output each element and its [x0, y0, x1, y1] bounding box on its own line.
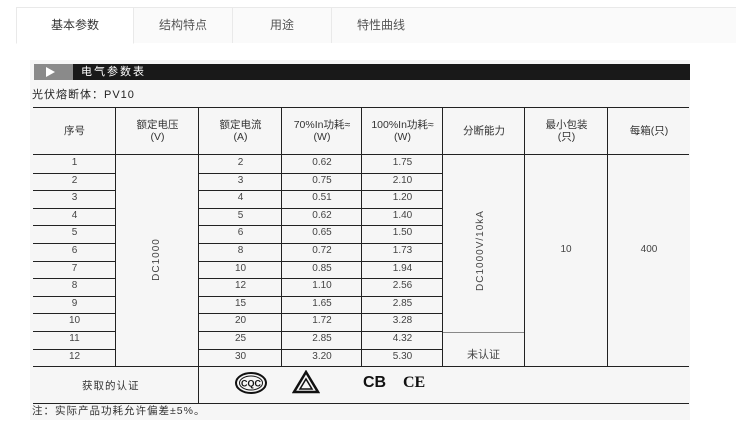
table-cell-current: 6 — [237, 227, 244, 239]
table-cell-p100: 1.20 — [392, 192, 413, 204]
breaking-capacity-uncertified: 未认证 — [467, 349, 500, 361]
tab-structure[interactable]: 结构特点 — [133, 7, 233, 43]
column-header-line: 100%In功耗≈ — [371, 119, 434, 131]
tab-curve[interactable]: 特性曲线 — [331, 7, 431, 43]
table-cell-current: 3 — [237, 174, 244, 186]
table-cell-no: 4 — [71, 209, 78, 221]
column-header: 最小包装 (只) — [525, 119, 608, 143]
table-grid — [33, 107, 689, 404]
table-cell-no: 6 — [71, 245, 78, 256]
certifications-label: 获取的认证 — [82, 380, 140, 392]
table-cell-p100: 1.75 — [392, 157, 413, 168]
table-cell-p100: 1.94 — [392, 262, 413, 274]
per-box-value: 400 — [640, 244, 658, 255]
cqc-logo-text: CQC — [241, 379, 262, 389]
column-header-line: (W) — [394, 131, 411, 143]
table-cell-no: 7 — [71, 262, 78, 274]
cqc-logo-icon: CQC — [235, 372, 267, 394]
table-cell-current: 8 — [237, 245, 244, 256]
column-header-line: (V) — [150, 131, 165, 143]
table-cell-p100: 1.40 — [392, 209, 413, 221]
table-cell-no: 1 — [71, 157, 78, 168]
table-cell-p70: 0.51 — [312, 192, 332, 204]
column-header-line: 序号 — [64, 125, 85, 137]
tab-basic-params[interactable]: 基本参数 — [16, 7, 134, 44]
table-cell-current: 12 — [234, 280, 247, 292]
table-cell-p70: 3.20 — [312, 350, 332, 362]
tab-usage[interactable]: 用途 — [232, 7, 332, 43]
table-cell-current: 5 — [237, 209, 244, 221]
column-header-line: (只) — [557, 131, 576, 143]
tab-label: 用途 — [269, 18, 294, 32]
column-header: 序号 — [33, 125, 116, 137]
table-cell-current: 4 — [237, 192, 244, 204]
column-header-line: (W) — [313, 131, 331, 143]
table-cell-current: 25 — [234, 333, 247, 344]
table-cell-no: 11 — [69, 333, 80, 344]
table-cell-p100: 4.32 — [392, 333, 413, 344]
column-header-line: 每箱(只) — [629, 125, 669, 137]
table-cell-p70: 1.10 — [312, 280, 332, 292]
table-cell-current: 30 — [234, 350, 247, 362]
table-cell-no: 2 — [71, 174, 78, 186]
table-cell-no: 12 — [68, 350, 81, 362]
tab-label: 结构特点 — [158, 18, 207, 32]
table-cell-no: 3 — [71, 192, 78, 204]
column-header-line: 70%In功耗≈ — [293, 119, 351, 131]
table-cell-p70: 1.65 — [312, 297, 332, 309]
voltage-value: DC1000 — [150, 238, 162, 281]
breaking-capacity-value: DC1000V/10kA — [474, 210, 486, 291]
footnote: 注：实际产品功耗允许偏差±5%。 — [32, 405, 206, 417]
column-header-line: 最小包装 — [545, 119, 588, 131]
table-cell-p70: 0.65 — [312, 227, 332, 239]
table-cell-p100: 2.56 — [392, 280, 413, 292]
column-header: 100%In功耗≈ (W) — [362, 119, 443, 143]
table-cell-no: 9 — [71, 297, 78, 309]
table-cell-p70: 0.85 — [312, 262, 332, 274]
table-cell-p100: 1.73 — [392, 245, 413, 256]
column-header: 额定电流 (A) — [199, 119, 282, 143]
tab-bar: 基本参数 结构特点 用途 特性曲线 — [16, 7, 736, 44]
table-cell-current: 20 — [234, 315, 247, 327]
column-header-line: 分断能力 — [463, 125, 505, 137]
table-cell-p70: 1.72 — [312, 315, 332, 327]
table-cell-p100: 2.10 — [392, 174, 413, 186]
column-header-line: 额定电压 — [136, 119, 179, 131]
table-cell-p100: 2.85 — [392, 297, 413, 309]
table-cell-p100: 5.30 — [392, 350, 413, 362]
column-header: 70%In功耗≈ (W) — [282, 119, 362, 143]
table-cell-no: 8 — [71, 280, 78, 292]
table-cell-no: 10 — [68, 315, 81, 327]
tab-label: 基本参数 — [50, 18, 99, 32]
cb-mark-icon: CB — [363, 374, 387, 391]
column-header: 分断能力 — [443, 125, 525, 137]
table-cell-current: 2 — [237, 157, 244, 168]
ce-mark-icon: CE — [403, 374, 426, 391]
tuv-triangle-icon — [292, 370, 320, 394]
table-cell-current: 15 — [234, 297, 247, 309]
tab-bar-filler — [430, 7, 736, 43]
table-cell-p100: 1.50 — [392, 227, 413, 239]
column-header-line: 额定电流 — [219, 119, 262, 131]
table-cell-p70: 0.72 — [312, 245, 332, 256]
spec-panel: 电气参数表 光伏熔断体：PV10 序号 额定电压 (V) 额定电流 (A) 70%In功耗… — [30, 60, 690, 420]
table-cell-p70: 0.75 — [312, 174, 332, 186]
min-pack-value: 10 — [560, 244, 572, 255]
column-header: 每箱(只) — [608, 125, 690, 137]
column-header-line: (A) — [233, 131, 248, 143]
table-cell-current: 10 — [234, 262, 247, 274]
table-cell-p70: 2.85 — [312, 333, 332, 344]
column-header: 额定电压 (V) — [116, 119, 199, 143]
table-cell-p100: 3.28 — [392, 315, 413, 327]
table-cell-no: 5 — [71, 227, 78, 239]
table-cell-p70: 0.62 — [312, 209, 332, 221]
table-cell-p70: 0.62 — [312, 157, 332, 168]
tab-label: 特性曲线 — [356, 18, 405, 32]
